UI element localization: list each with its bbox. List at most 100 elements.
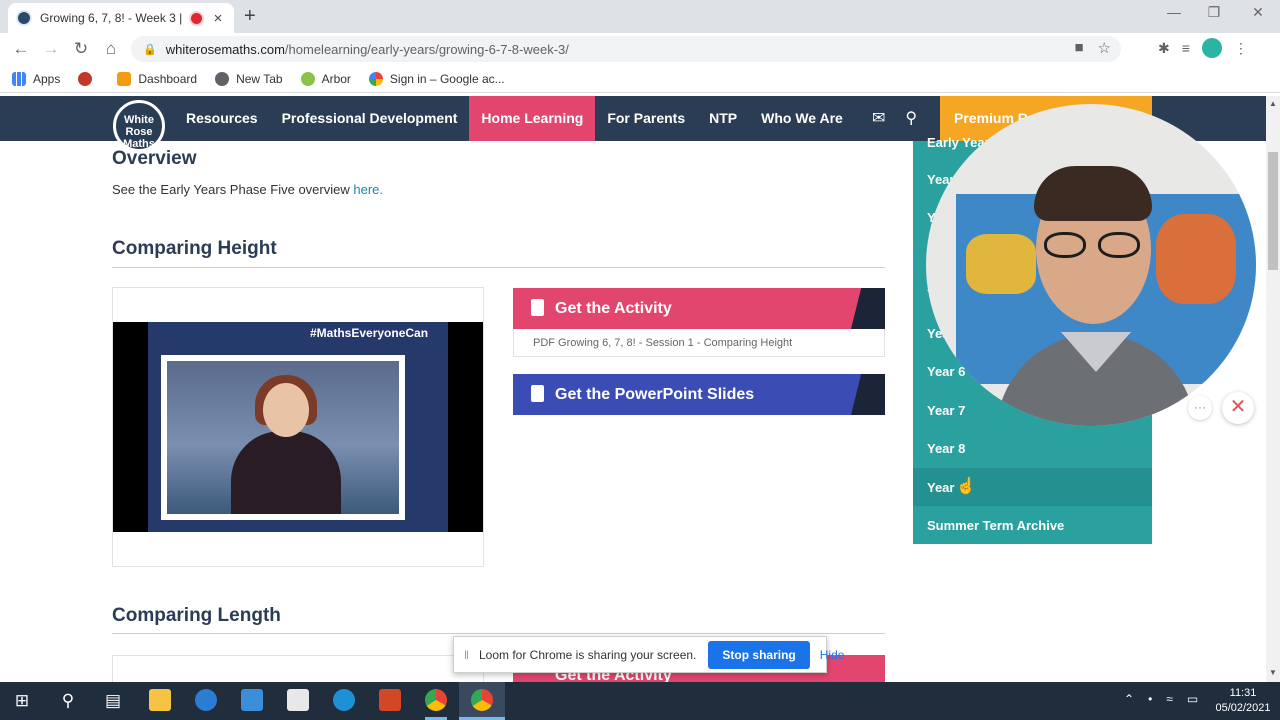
get-activity-button[interactable]: Get the Activity: [513, 288, 885, 329]
search-icon[interactable]: ⚲: [905, 108, 917, 128]
camera-icon[interactable]: ■: [1074, 39, 1083, 57]
document-icon: [531, 299, 544, 316]
powerpoint-icon: [531, 385, 544, 402]
loom-webcam-bubble[interactable]: [926, 104, 1256, 426]
year-menu-item-year-7[interactable]: Year 7: [927, 403, 965, 418]
hide-button[interactable]: Hide: [820, 648, 845, 662]
globe-icon: [215, 71, 230, 86]
year-menu-item-summer-archive[interactable]: Summer Term Archive: [927, 518, 1064, 533]
chrome-icon[interactable]: [425, 689, 447, 711]
main-nav: Resources Professional Development Home …: [174, 96, 855, 141]
back-icon[interactable]: ←: [6, 39, 36, 59]
minimize-icon[interactable]: —: [1154, 4, 1194, 20]
nav-for-parents[interactable]: For Parents: [595, 96, 697, 141]
nav-home-learning[interactable]: Home Learning: [469, 96, 596, 141]
webcam-more-options-icon[interactable]: ···: [1188, 396, 1212, 420]
profile-avatar[interactable]: [1201, 38, 1222, 58]
edge-icon[interactable]: [333, 689, 355, 711]
extensions-icon[interactable]: ✱: [1158, 40, 1170, 57]
nav-ntp[interactable]: NTP: [697, 96, 749, 141]
get-powerpoint-button[interactable]: Get the PowerPoint Slides: [513, 374, 885, 415]
url-text: whiterosemaths.com/homelearning/early-ye…: [166, 42, 569, 57]
get-powerpoint-label: Get the PowerPoint Slides: [555, 386, 755, 403]
bookmark-label: Dashboard: [138, 71, 198, 86]
forward-icon[interactable]: →: [36, 39, 66, 59]
google-icon: [368, 71, 383, 86]
bookmark-label: Sign in – Google ac...: [389, 71, 505, 86]
bookmark-label: Apps: [33, 71, 61, 86]
reading-list-icon[interactable]: ≡: [1182, 40, 1190, 56]
tray-chevron-icon[interactable]: ⌃: [1124, 692, 1134, 706]
restore-icon[interactable]: ❐: [1194, 4, 1234, 21]
windows-taskbar: [0, 682, 1280, 720]
mail-icon[interactable]: ✉: [872, 108, 885, 128]
search-taskbar-icon[interactable]: ⚲: [56, 689, 80, 713]
pdf-caption[interactable]: PDF Growing 6, 7, 8! - Session 1 - Compa…: [513, 329, 885, 357]
reload-icon[interactable]: ↻: [66, 39, 96, 59]
webcam-close-icon[interactable]: ✕: [1222, 392, 1254, 424]
microphone-icon[interactable]: •: [1148, 692, 1152, 706]
star-icon[interactable]: ☆: [1098, 39, 1111, 57]
dashboard-icon: [117, 71, 132, 86]
video-hashtag: #MathsEveryoneCan: [310, 326, 429, 340]
apps-grid-icon: [12, 71, 26, 86]
year-menu-item-year-9[interactable]: Year: [927, 480, 954, 495]
presenter-body: [231, 431, 341, 514]
drag-handle-icon[interactable]: ‖: [464, 648, 469, 662]
bookmark-arbor[interactable]: Arbor: [300, 71, 351, 86]
overview-link[interactable]: here.: [353, 182, 383, 197]
bookmarks-bar: Apps Dashboard New Tab Arbor Sign in – G…: [0, 65, 1280, 93]
bookmark-unknown[interactable]: [78, 71, 99, 86]
battery-icon[interactable]: ▭: [1187, 692, 1198, 706]
bookmark-apps[interactable]: Apps: [12, 71, 61, 86]
system-tray: ⌃ • ≈ ▭: [1124, 692, 1198, 706]
windows-start-icon[interactable]: ⊞: [10, 689, 34, 713]
task-view-icon[interactable]: ▤: [101, 689, 125, 713]
white-rose-favicon-icon: [16, 10, 32, 26]
file-explorer-icon[interactable]: [149, 689, 171, 711]
tab-title: Growing 6, 7, 8! - Week 3 | W: [40, 11, 185, 25]
wifi-icon[interactable]: ≈: [1166, 692, 1173, 706]
bookmark-new-tab[interactable]: New Tab: [215, 71, 283, 86]
internet-explorer-icon[interactable]: [195, 689, 217, 711]
stop-sharing-button[interactable]: Stop sharing: [708, 640, 810, 669]
section-divider: [112, 267, 885, 268]
menu-icon[interactable]: ⋮: [1234, 40, 1248, 57]
lock-icon[interactable]: 🔒: [143, 43, 157, 56]
scrollbar-thumb[interactable]: [1268, 152, 1278, 270]
clock-time: 11:31: [1229, 687, 1257, 699]
browser-tab[interactable]: Growing 6, 7, 8! - Week 3 | W ×: [8, 3, 234, 33]
site-logo[interactable]: White Rose Maths: [113, 100, 165, 152]
bookmark-google-signin[interactable]: Sign in – Google ac...: [368, 71, 505, 86]
address-bar[interactable]: 🔒 whiterosemaths.com/homelearning/early-…: [131, 36, 1121, 62]
bookmark-label: Arbor: [321, 71, 351, 86]
scroll-down-icon[interactable]: ▼: [1266, 668, 1280, 677]
bookmark-dashboard[interactable]: Dashboard: [117, 71, 198, 86]
tab-close-icon[interactable]: ×: [210, 10, 226, 27]
decorative-corner: [851, 374, 885, 415]
loom-sharing-bar: ‖ Loom for Chrome is sharing your screen…: [453, 636, 844, 673]
overview-text: See the Early Years Phase Five overview: [112, 182, 354, 197]
map-land: [966, 234, 1036, 294]
window-close-icon[interactable]: ✕: [1238, 4, 1278, 21]
powerpoint-taskbar-icon[interactable]: [379, 689, 401, 711]
taskbar-clock[interactable]: 11:31 05/02/2021: [1212, 686, 1274, 716]
nav-resources[interactable]: Resources: [174, 96, 270, 141]
nav-professional-development[interactable]: Professional Development: [270, 96, 470, 141]
scroll-up-icon[interactable]: ▲: [1266, 99, 1280, 108]
whiteboard-icon[interactable]: [287, 689, 309, 711]
url-path: /homelearning/early-years/growing-6-7-8-…: [284, 41, 569, 57]
glasses: [1044, 232, 1144, 258]
presenter-head: [263, 383, 309, 437]
overview-paragraph: See the Early Years Phase Five overview …: [112, 182, 383, 197]
chrome-active-icon[interactable]: [471, 689, 493, 711]
url-domain: whiterosemaths.com: [165, 41, 285, 57]
recording-indicator-icon: [191, 12, 202, 24]
nav-who-we-are[interactable]: Who We Are: [749, 96, 855, 141]
app-icon[interactable]: [241, 689, 263, 711]
sharing-message: Loom for Chrome is sharing your screen.: [478, 647, 697, 662]
home-icon[interactable]: ⌂: [96, 39, 126, 59]
new-tab-button[interactable]: +: [244, 5, 256, 28]
video-thumbnail[interactable]: [161, 355, 405, 520]
year-menu-item-year-8[interactable]: Year 8: [927, 441, 965, 456]
